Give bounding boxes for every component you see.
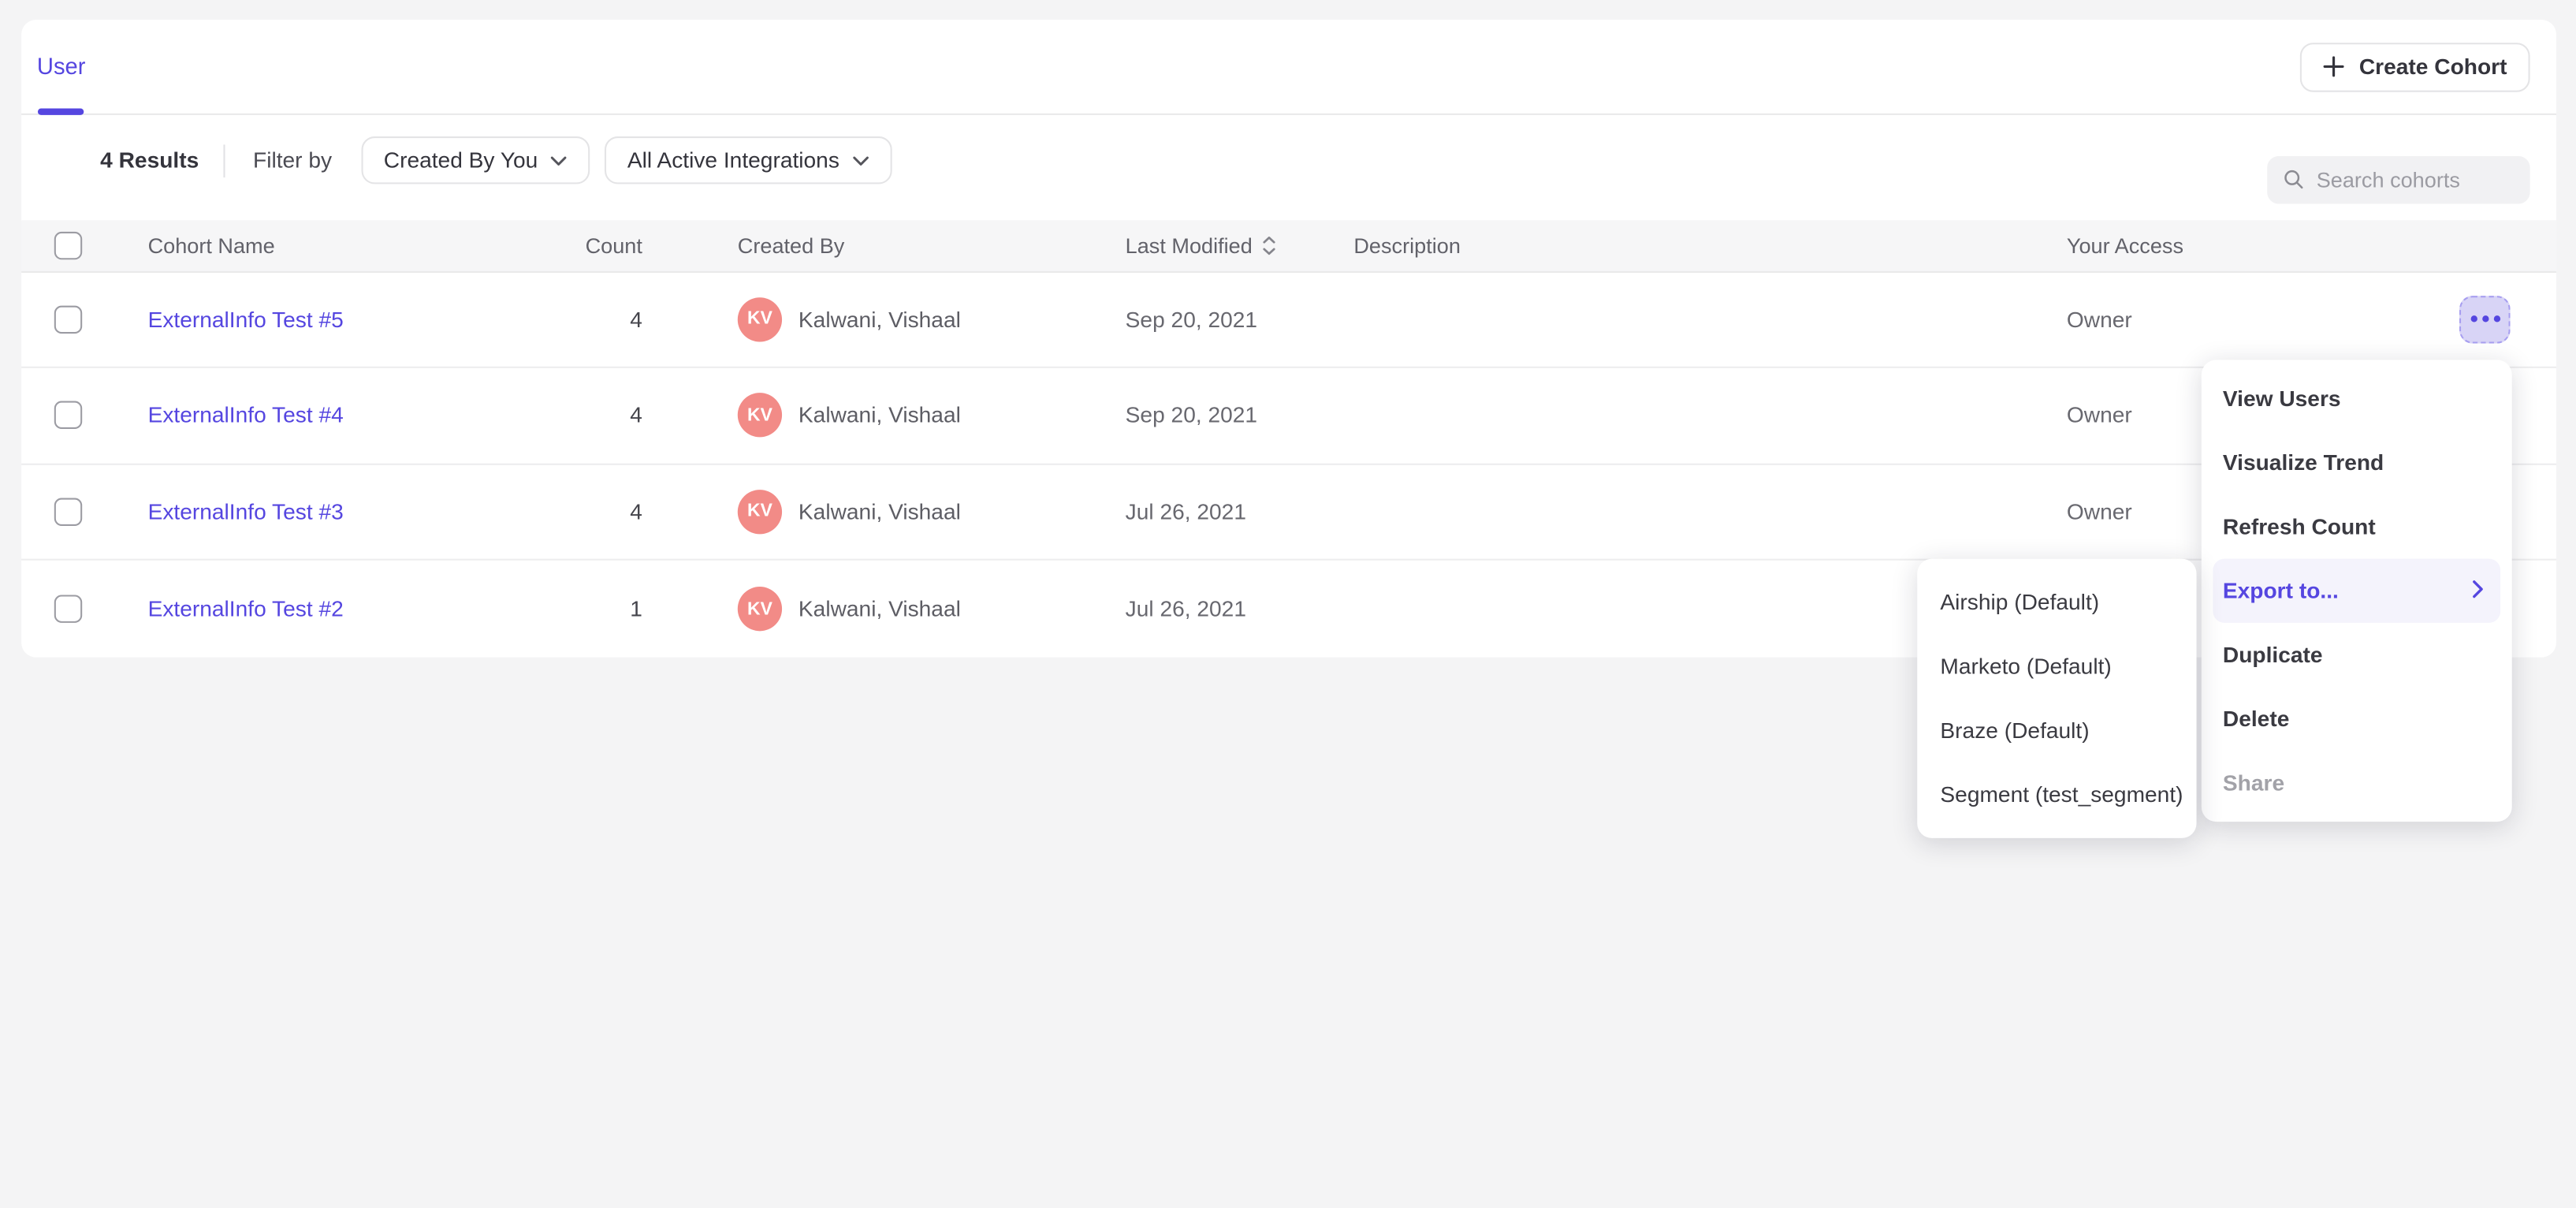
plus-icon (2323, 56, 2344, 77)
cohort-name-link[interactable]: ExternalInfo Test #3 (148, 500, 344, 524)
submenu-item-segment[interactable]: Segment (test_segment) (1916, 762, 2196, 826)
last-modified-date: Sep 20, 2021 (1126, 307, 1354, 331)
menu-item-export-to-label: Export to... (2223, 579, 2339, 603)
menu-item-share: Share (2202, 751, 2512, 815)
created-by-name: Kalwani, Vishaal (798, 597, 961, 621)
cohort-name-link[interactable]: ExternalInfo Test #5 (148, 307, 344, 331)
created-by-filter-label: Created By You (384, 148, 538, 173)
create-cohort-label: Create Cohort (2359, 54, 2507, 79)
results-count: 4 Results (100, 148, 199, 173)
integrations-filter-dropdown[interactable]: All Active Integrations (605, 136, 892, 184)
col-header-created-by: Created By (642, 233, 1126, 257)
avatar: KV (738, 490, 782, 534)
created-by-filter-dropdown[interactable]: Created By You (361, 136, 590, 184)
created-by-name: Kalwani, Vishaal (798, 307, 961, 331)
table-row[interactable]: ExternalInfo Test #4 4 KV Kalwani, Visha… (20, 368, 2556, 464)
ellipsis-icon (2493, 316, 2500, 323)
search-icon (2284, 168, 2303, 191)
cohort-name-link[interactable]: ExternalInfo Test #4 (148, 403, 344, 427)
menu-item-refresh-count[interactable]: Refresh Count (2202, 494, 2512, 558)
table-row[interactable]: ExternalInfo Test #5 4 KV Kalwani, Visha… (20, 272, 2556, 368)
menu-item-visualize-trend[interactable]: Visualize Trend (2202, 431, 2512, 494)
tab-user-label: User (37, 53, 86, 79)
last-modified-date: Jul 26, 2021 (1126, 500, 1354, 524)
menu-item-view-users[interactable]: View Users (2202, 367, 2512, 431)
row-actions-button[interactable] (2459, 296, 2511, 343)
cohort-count: 4 (526, 307, 642, 331)
integrations-filter-label: All Active Integrations (627, 148, 839, 173)
avatar: KV (738, 587, 782, 631)
created-by-name: Kalwani, Vishaal (798, 500, 961, 524)
row-actions-menu: View Users Visualize Trend Refresh Count… (2202, 360, 2512, 822)
row-checkbox[interactable] (54, 401, 82, 429)
col-header-last-modified-label: Last Modified (1126, 233, 1253, 257)
row-checkbox[interactable] (54, 305, 82, 333)
export-submenu: Airship (Default) Marketo (Default) Braz… (1916, 559, 2196, 838)
col-header-description: Description (1353, 233, 2067, 257)
filter-bar: 4 Results Filter by Created By You All A… (20, 136, 2556, 185)
row-checkbox[interactable] (54, 498, 82, 525)
chevron-right-icon (2473, 580, 2485, 598)
filter-by-label: Filter by (253, 148, 332, 173)
cohort-count: 4 (526, 403, 642, 427)
search-input[interactable] (2317, 167, 2514, 192)
menu-item-duplicate[interactable]: Duplicate (2202, 623, 2512, 687)
submenu-item-braze[interactable]: Braze (Default) (1916, 699, 2196, 762)
chevron-down-icon (853, 155, 869, 166)
cohorts-page: User Create Cohort 4 Results Filter by C… (0, 0, 2576, 1208)
created-by-name: Kalwani, Vishaal (798, 403, 961, 427)
select-all-checkbox[interactable] (54, 231, 82, 259)
tab-bar: User Create Cohort (20, 19, 2556, 114)
col-header-count: Count (526, 233, 642, 257)
sort-icon[interactable] (1262, 234, 1277, 255)
submenu-item-marketo[interactable]: Marketo (Default) (1916, 634, 2196, 698)
cohort-count: 1 (526, 597, 642, 621)
last-modified-date: Jul 26, 2021 (1126, 597, 1354, 621)
cohort-count: 4 (526, 500, 642, 524)
col-header-last-modified[interactable]: Last Modified (1126, 233, 1354, 257)
tab-active-underline (37, 108, 83, 114)
chevron-down-icon (551, 155, 568, 166)
ellipsis-icon (2470, 316, 2477, 323)
col-header-cohort-name: Cohort Name (148, 233, 526, 257)
last-modified-date: Sep 20, 2021 (1126, 403, 1354, 427)
avatar: KV (738, 297, 782, 341)
search-box[interactable] (2267, 155, 2529, 203)
row-checkbox[interactable] (54, 595, 82, 623)
ellipsis-icon (2481, 316, 2488, 323)
table-row[interactable]: ExternalInfo Test #3 4 KV Kalwani, Visha… (20, 464, 2556, 561)
divider (224, 144, 225, 177)
create-cohort-button[interactable]: Create Cohort (2300, 42, 2530, 91)
tab-user[interactable]: User (37, 19, 86, 113)
menu-item-delete[interactable]: Delete (2202, 687, 2512, 751)
menu-item-export-to[interactable]: Export to... (2213, 559, 2500, 623)
cohort-name-link[interactable]: ExternalInfo Test #2 (148, 597, 344, 621)
access-cell: Owner (2067, 307, 2425, 331)
submenu-item-airship[interactable]: Airship (Default) (1916, 570, 2196, 634)
table-header: Cohort Name Count Created By Last Modifi… (20, 219, 2556, 272)
avatar: KV (738, 393, 782, 438)
col-header-your-access: Your Access (2067, 233, 2425, 257)
